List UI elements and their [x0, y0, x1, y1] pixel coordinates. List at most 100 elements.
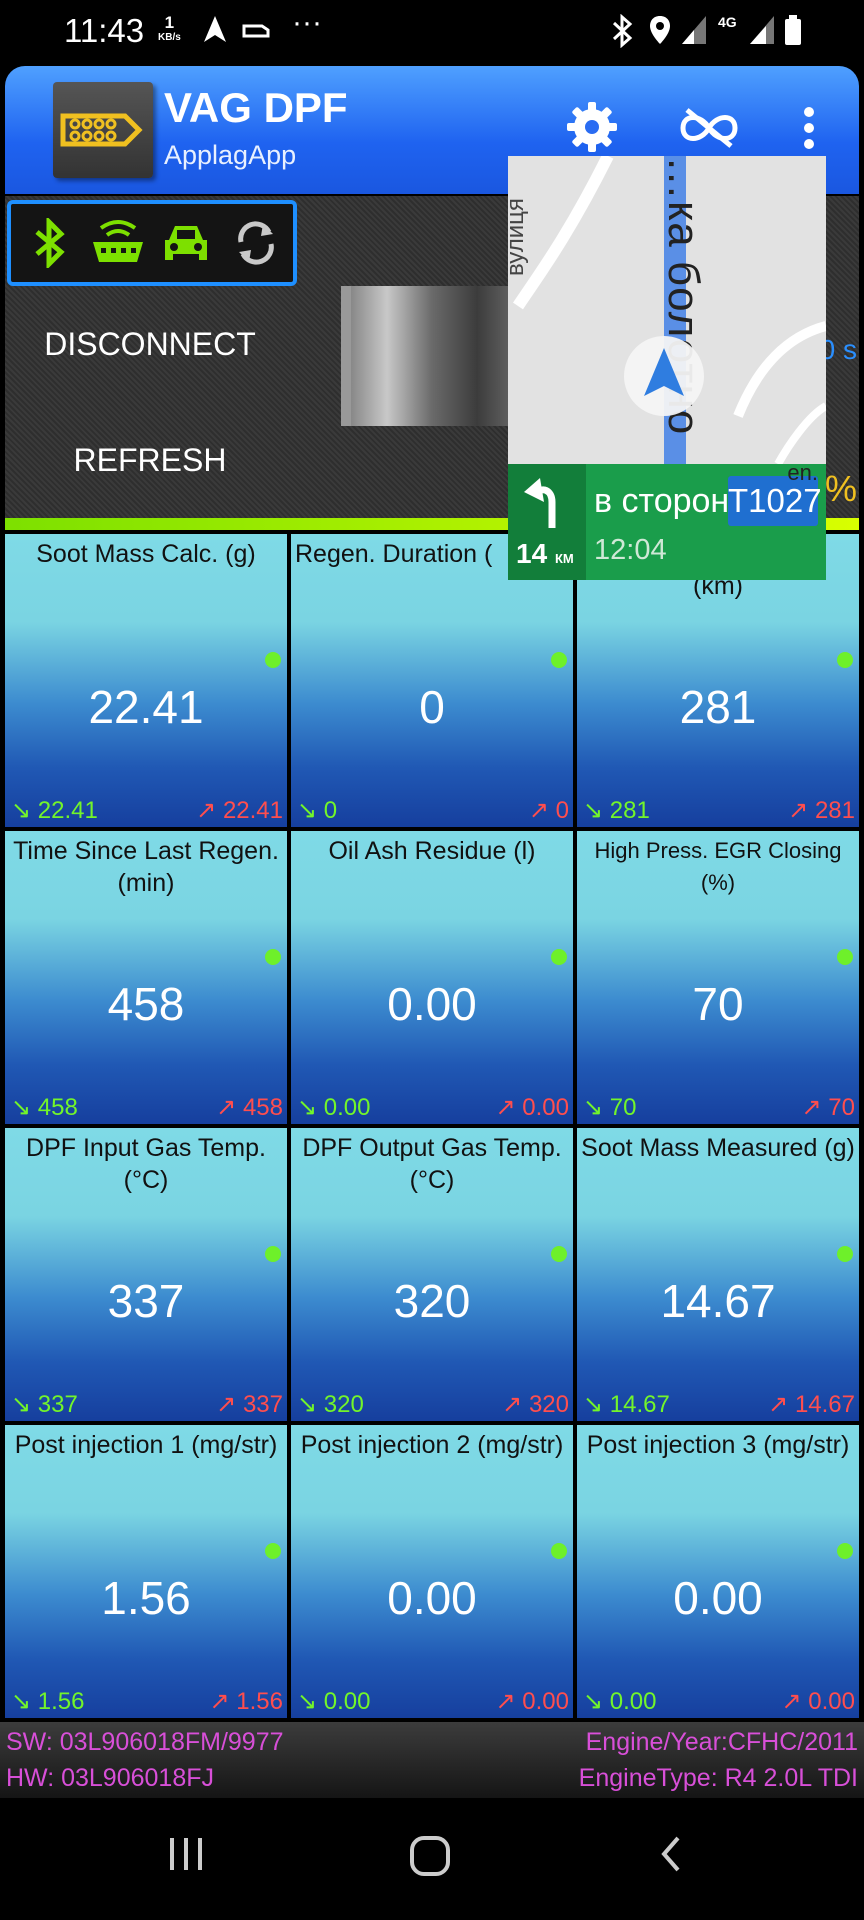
sensor-value: 0	[419, 681, 445, 733]
min-arrow-icon: ↘	[583, 797, 604, 824]
recent-apps-icon[interactable]	[166, 1834, 206, 1874]
network-type: 4G	[718, 14, 737, 30]
percent-readout: %	[824, 468, 857, 509]
sensor-tile[interactable]: DPF Output Gas Temp. (°C) 320 ↘ 320 ↗ 32…	[291, 1128, 573, 1421]
refresh-icon[interactable]	[233, 218, 279, 268]
max-arrow-icon: ↗	[196, 797, 217, 824]
sensor-min: ↘ 281	[583, 797, 650, 824]
sensor-min: ↘ 0.00	[297, 1094, 371, 1121]
min-arrow-icon: ↘	[583, 1391, 604, 1418]
navigation-banner[interactable]: 14 КМ в сторону T1027 12:04 en.	[508, 460, 826, 580]
status-dot	[551, 652, 567, 668]
back-icon[interactable]	[656, 1834, 686, 1874]
sensor-value: 1.56	[101, 1572, 191, 1624]
eta-time: 12:04	[594, 534, 667, 566]
home-icon[interactable]	[408, 1834, 452, 1878]
status-dot	[551, 1543, 567, 1559]
sensor-label: Time Since Last Regen. (min)	[13, 837, 279, 897]
sensor-tile[interactable]: High Press. EGR Closing (%) 70 ↘ 70 ↗ 70	[577, 831, 859, 1124]
sensor-value: 458	[107, 978, 185, 1030]
min-arrow-icon: ↘	[11, 1688, 32, 1715]
street-label-side: вулиця	[508, 198, 529, 276]
disconnect-button[interactable]: DISCONNECT	[5, 326, 295, 363]
min-arrow-icon: ↘	[583, 1094, 604, 1121]
obd-adapter-icon	[93, 220, 143, 262]
status-dot	[837, 652, 853, 668]
infinity-icon[interactable]	[677, 106, 741, 150]
status-bar: 11:43 1 KB/s ··· 4G	[0, 0, 864, 64]
sensor-min: ↘ 0.00	[297, 1688, 371, 1715]
max-arrow-icon: ↗	[216, 1094, 237, 1121]
status-dot	[551, 1246, 567, 1262]
sensor-label: DPF Output Gas Temp. (°C)	[302, 1134, 562, 1194]
sensor-max: ↗ 1.56	[209, 1688, 284, 1715]
max-arrow-icon: ↗	[528, 797, 549, 824]
min-arrow-icon: ↘	[297, 1391, 318, 1418]
sensor-max: ↗ 320	[502, 1391, 569, 1418]
sensor-value: 0.00	[387, 978, 477, 1030]
sensor-max: ↗ 22.41	[196, 797, 283, 824]
turn-distance: 14 КМ	[516, 538, 574, 569]
sensor-tile[interactable]: DPF Input Gas Temp. (°C) 337 ↘ 337 ↗ 337	[5, 1128, 287, 1421]
min-arrow-icon: ↘	[583, 1688, 604, 1715]
status-dot	[837, 1543, 853, 1559]
turn-left-uturn-icon	[524, 478, 556, 528]
sensor-max: ↗ 281	[788, 797, 855, 824]
sensor-label: Soot Mass Measured (g)	[581, 1134, 855, 1162]
sensor-label: Post injection 3 (mg/str)	[586, 1431, 850, 1459]
more-vert-icon[interactable]	[801, 104, 817, 152]
map-view[interactable]: вулиця …ка болотно	[508, 156, 826, 464]
sensor-tile[interactable]: Soot Mass Calc. (g) 22.41 ↘ 22.41 ↗ 22.4…	[5, 534, 287, 827]
status-time: 11:43	[64, 12, 145, 49]
battery-icon	[785, 15, 801, 45]
sensor-min: ↘ 70	[583, 1094, 637, 1121]
sensor-tile[interactable]: Post injection 2 (mg/str) 0.00 ↘ 0.00 ↗ …	[291, 1425, 573, 1718]
max-arrow-icon: ↗	[216, 1391, 237, 1418]
max-arrow-icon: ↗	[781, 1688, 802, 1715]
location-icon	[650, 16, 670, 44]
data-rate: 1 KB/s	[158, 14, 181, 44]
sensor-max: ↗ 0.00	[495, 1094, 570, 1121]
sensor-label: DPF Input Gas Temp. (°C)	[26, 1134, 266, 1194]
turn-indicator: 14 КМ	[508, 464, 586, 580]
sensor-max: ↗ 458	[216, 1094, 283, 1121]
sensor-tile[interactable]: Time Since Last Regen. (min) 458 ↘ 458 ↗…	[5, 831, 287, 1124]
navigation-arrow-icon	[204, 16, 226, 42]
sensor-tile[interactable]: Soot Mass Measured (g) 14.67 ↘ 14.67 ↗ 1…	[577, 1128, 859, 1421]
sensor-tile[interactable]: Post injection 3 (mg/str) 0.00 ↘ 0.00 ↗ …	[577, 1425, 859, 1718]
sensor-min: ↘ 1.56	[11, 1688, 85, 1715]
status-dot	[837, 949, 853, 965]
min-arrow-icon: ↘	[11, 1094, 32, 1121]
app-title: VAG DPF	[164, 84, 348, 131]
sensor-max: ↗ 0	[528, 797, 569, 824]
min-arrow-icon: ↘	[297, 797, 318, 824]
sensor-value: 281	[679, 681, 757, 733]
sensor-min: ↘ 337	[11, 1391, 78, 1418]
software-version: SW: 03L906018FM/9977	[6, 1728, 284, 1756]
system-navigation-bar	[0, 1798, 864, 1920]
sensor-label: Soot Mass Calc. (g)	[36, 540, 256, 568]
sensor-value: 320	[393, 1275, 471, 1327]
sensor-max: ↗ 337	[216, 1391, 283, 1418]
bluetooth-icon	[35, 218, 65, 268]
sensor-min: ↘ 0	[297, 797, 338, 824]
min-arrow-icon: ↘	[11, 797, 32, 824]
sensor-min: ↘ 14.67	[583, 1391, 670, 1418]
sensor-value: 14.67	[660, 1275, 776, 1327]
sensor-tile[interactable]: Oil Ash Residue (l) 0.00 ↘ 0.00 ↗ 0.00	[291, 831, 573, 1124]
bluetooth-status-icon	[612, 14, 633, 48]
data-rate-unit: KB/s	[158, 32, 181, 43]
ecu-info-footer: SW: 03L906018FM/9977 HW: 03L906018FJ Eng…	[0, 1722, 864, 1798]
navigation-overlay[interactable]: вулиця …ка болотно 14 КМ в сторону T1027…	[508, 156, 826, 580]
sensor-label: Post injection 2 (mg/str)	[300, 1431, 564, 1459]
sensor-value: 0.00	[673, 1572, 763, 1624]
sensor-tile[interactable]: Post injection 1 (mg/str) 1.56 ↘ 1.56 ↗ …	[5, 1425, 287, 1718]
settings-icon[interactable]	[565, 100, 619, 154]
sensor-max: ↗ 0.00	[495, 1688, 570, 1715]
street-label-main: …ка болотно	[659, 156, 708, 436]
data-rate-value: 1	[164, 13, 175, 32]
status-dot	[265, 1543, 281, 1559]
sensor-label: Post injection 1 (mg/str)	[14, 1431, 278, 1459]
status-dot	[265, 949, 281, 965]
refresh-button[interactable]: REFRESH	[5, 442, 295, 479]
